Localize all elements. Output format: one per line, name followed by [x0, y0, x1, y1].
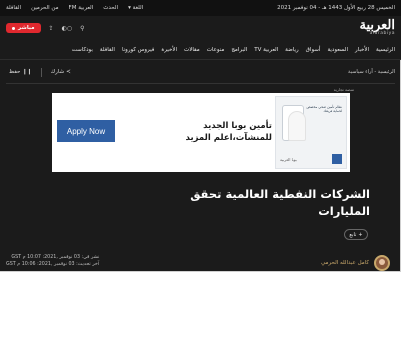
nav-item-variety[interactable]: منوعات: [207, 47, 225, 53]
utility-link-alhadath[interactable]: الحدث: [103, 5, 118, 11]
utility-links: اللغة ▾ الحدث العربية FM من الحرمين القا…: [6, 5, 143, 11]
ad-headline-line2: للمنشآت،اعلم المزيد: [185, 132, 272, 143]
ad-image-footer: بوبا العربية: [280, 154, 342, 164]
bookmark-icon: ❙❙: [22, 69, 32, 75]
updated-date: آخر تحديث: 03 نوفمبر ,2021: 10:06 م GST: [6, 262, 100, 268]
published-date: نشر في: 03 نوفمبر ,2021: 10:07 م GST: [11, 255, 100, 260]
save-label: حفظ: [9, 69, 21, 75]
ad-brand-logo-icon: [332, 154, 342, 164]
live-dot-icon: [12, 26, 15, 30]
article-toolbar: حفظ ❙❙ شارك ≺ الرئيسية - آراء سياسية: [0, 62, 401, 82]
follow-label: تابع: [349, 231, 357, 238]
save-button[interactable]: حفظ ❙❙: [6, 67, 35, 77]
header-controls: مباشر ⇪ ◐○ ⚲: [6, 23, 84, 33]
share-label: شارك: [50, 69, 65, 75]
nav-item-articles[interactable]: مقالات: [184, 47, 200, 53]
article-title: الشركات النفطية العالمية تحقق المليارات: [190, 187, 370, 219]
ad-headline-line1: تأمين بوبا الجديد: [203, 121, 272, 131]
utility-link-fm[interactable]: العربية FM: [69, 5, 94, 11]
nav-item-sports[interactable]: رياضة: [285, 47, 298, 53]
top-utility-bar: اللغة ▾ الحدث العربية FM من الحرمين القا…: [0, 0, 401, 16]
nav-item-caravan[interactable]: القافلة: [100, 47, 115, 53]
live-button[interactable]: مباشر: [6, 23, 41, 33]
search-icon[interactable]: ⚲: [80, 25, 84, 32]
article-tools: حفظ ❙❙ شارك ≺: [6, 67, 74, 77]
person-graphic: [288, 111, 306, 141]
section-divider: [6, 83, 395, 84]
advertisement-banner[interactable]: Apply Now تأمين بوبا الجديد للمنشآت،اعلم…: [52, 93, 350, 172]
nav-item-podcast[interactable]: بودكاست: [72, 47, 93, 53]
nav-item-home[interactable]: الرئيسية: [376, 47, 395, 53]
nav-item-news[interactable]: الأخبار: [355, 47, 369, 53]
nav-item-programs[interactable]: البرامج: [231, 47, 247, 53]
nav-item-markets[interactable]: أسواق: [306, 47, 321, 53]
live-label: مباشر: [18, 25, 35, 31]
author-name[interactable]: كامل عبدالله الحرمي: [321, 260, 369, 266]
ad-apply-button[interactable]: Apply Now: [57, 120, 115, 142]
ad-label: منصة تجارية: [333, 87, 354, 92]
ad-headline: تأمين بوبا الجديد للمنشآت،اعلم المزيد: [157, 121, 272, 145]
utility-link-caravan[interactable]: القافلة: [6, 5, 21, 11]
dark-mode-toggle-icon[interactable]: ◐○: [62, 25, 72, 32]
main-navigation: الرئيسية الأخبار السعودية أسواق رياضة ال…: [0, 40, 401, 60]
author-info[interactable]: كامل عبدالله الحرمي: [321, 255, 390, 271]
toolbar-divider: [40, 67, 42, 77]
nav-item-saudi[interactable]: السعودية: [327, 47, 348, 53]
follow-button[interactable]: تابع +: [344, 229, 368, 240]
browser-page: اللغة ▾ الحدث العربية FM من الحرمين القا…: [0, 0, 401, 272]
current-date: الخميس 28 ربيع الأول 1443 هـ - 04 نوفمبر…: [277, 5, 395, 11]
nav-item-tv[interactable]: العربية TV: [254, 47, 278, 53]
utility-link-haramain[interactable]: من الحرمين: [31, 5, 58, 11]
ad-image-headline: نظام تأمين صحي مخصص لحماية فريقك: [306, 105, 342, 114]
utility-link-language[interactable]: اللغة ▾: [128, 5, 143, 11]
nav-item-corona[interactable]: فيروس كورونا: [122, 47, 154, 53]
author-avatar[interactable]: [374, 255, 390, 271]
share-icon: ≺: [66, 69, 71, 75]
brand-bar: مباشر ⇪ ◐○ ⚲ العربية alarabiya: [0, 16, 401, 40]
nav-item-last[interactable]: الأخيرة: [161, 47, 177, 53]
share-icon[interactable]: ⇪: [49, 25, 54, 32]
ad-brand-name: بوبا العربية: [280, 156, 297, 162]
site-logo[interactable]: العربية alarabiya: [359, 19, 395, 37]
article-dates: نشر في: 03 نوفمبر ,2021: 10:07 م GST آخر…: [6, 254, 99, 268]
share-button[interactable]: شارك ≺: [48, 67, 74, 77]
ad-image: نظام تأمين صحي مخصص لحماية فريقك بوبا ال…: [275, 96, 347, 169]
plus-icon: +: [358, 231, 363, 238]
breadcrumb[interactable]: الرئيسية - آراء سياسية: [348, 69, 395, 75]
